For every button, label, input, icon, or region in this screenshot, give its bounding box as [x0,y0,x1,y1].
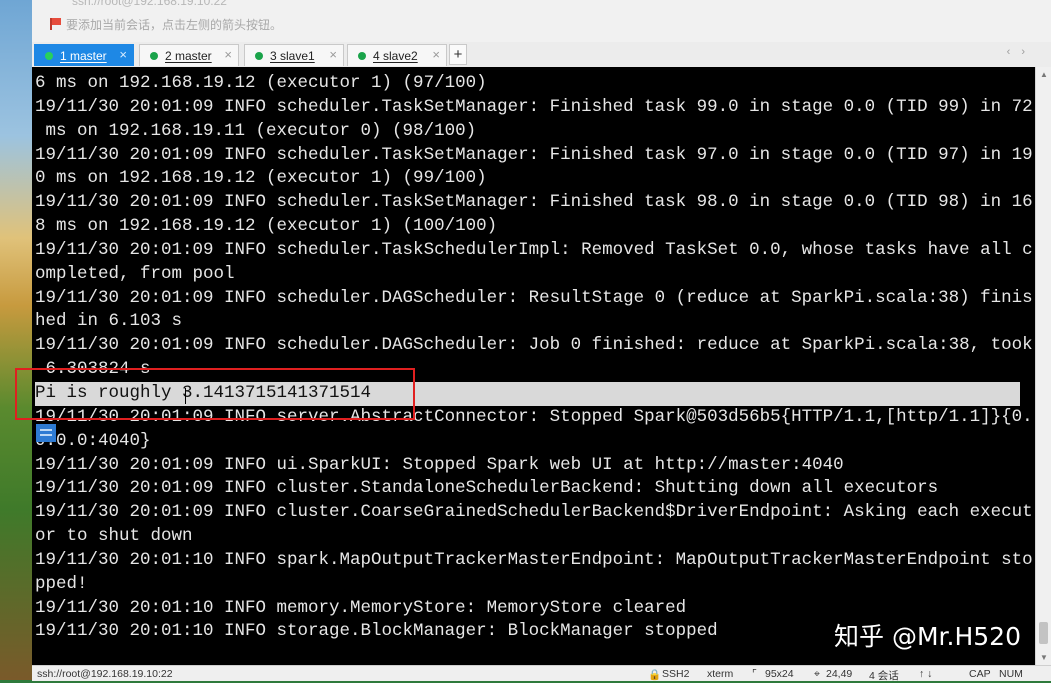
terminal-output[interactable]: 6 ms on 192.168.19.12 (executor 1) (97/1… [15,67,1035,665]
status-nav-arrows[interactable]: ↑ ↓ [919,668,932,680]
session-tab-bar: 1 master × 2 master × 3 slave1 × 4 slave… [32,42,1051,68]
connected-status-icon [45,51,53,60]
tab-label: 3 slave1 [270,48,315,63]
text-cursor [185,388,186,404]
connected-status-icon [358,51,366,60]
terminal-size-icon: ⌜ [752,668,757,680]
terminal-line: 6 ms on 192.168.19.12 (executor 1) (97/1… [35,73,487,93]
flag-icon [50,18,61,30]
add-tab-button[interactable]: + [449,44,467,65]
watermark: 知乎 @Mr.H520 [834,622,1021,651]
status-num: NUM [999,668,1023,680]
status-position: 24,49 [826,668,853,680]
tab-1-master[interactable]: 1 master × [34,44,134,66]
lock-icon: 🔒 [648,669,662,681]
terminal-line: 19/11/30 20:01:09 INFO scheduler.TaskSch… [35,239,1033,260]
status-protocol: SSH2 [662,668,690,680]
terminal-scrollbar[interactable]: ▲ ▼ [1035,67,1051,665]
terminal-line: 19/11/30 20:01:09 INFO scheduler.DAGSche… [35,287,1033,308]
close-tab-icon[interactable]: × [119,47,127,62]
status-sessions: 4 会话 [869,670,899,682]
close-tab-icon[interactable]: × [224,47,232,62]
terminal-line: 8 ms on 192.168.19.12 (executor 1) (100/… [35,216,498,237]
annotation-highlight-box [15,368,415,420]
terminal-line: 19/11/30 20:01:09 INFO cluster.CoarseGra… [35,502,1033,523]
terminal-lines: 6 ms on 192.168.19.12 (executor 1) (97/1… [35,72,1033,644]
terminal-line: 19/11/30 20:01:09 INFO scheduler.DAGSche… [35,335,1033,356]
scroll-thumb[interactable] [1039,622,1048,644]
terminal-line: 0 ms on 192.168.19.12 (executor 1) (99/1… [35,168,487,189]
terminal-cursor-icon [36,424,56,442]
scroll-up-icon[interactable]: ▲ [1040,70,1048,79]
terminal-line: 19/11/30 20:01:09 INFO scheduler.TaskSet… [35,144,1033,165]
terminal-line: 19/11/30 20:01:09 INFO scheduler.TaskSet… [35,96,1033,117]
terminal-line: 19/11/30 20:01:09 INFO cluster.Standalon… [35,478,939,499]
tab-label: 4 slave2 [373,48,418,63]
connected-status-icon [255,51,263,60]
terminal-line: or to shut down [35,526,193,547]
tab-3-slave1[interactable]: 3 slave1 × [244,44,344,66]
tab-label: 2 master [165,48,212,63]
terminal-line: ompleted, from pool [35,263,235,284]
tab-2-master[interactable]: 2 master × [139,44,239,66]
status-size: 95x24 [765,668,794,680]
status-bar: ssh://root@192.168.19.10:22 🔒 SSH2 xterm… [32,665,1051,682]
terminal-line: 19/11/30 20:01:09 INFO scheduler.TaskSet… [35,192,1033,213]
terminal-line: 19/11/30 20:01:10 INFO spark.MapOutputTr… [35,549,1033,570]
scroll-down-icon[interactable]: ▼ [1040,653,1048,662]
hint-text: 要添加当前会话，点击左侧的箭头按钮。 [66,17,283,32]
close-tab-icon[interactable]: × [432,47,440,62]
session-info-bar: ssh://root@192.168.19.10:22 要添加当前会话，点击左侧… [32,0,1051,43]
terminal-line: ms on 192.168.19.11 (executor 0) (98/100… [35,120,477,141]
desktop-background [0,0,32,680]
status-terminal-type: xterm [707,668,734,680]
status-connection: ssh://root@192.168.19.10:22 [37,668,173,680]
cursor-position-icon: ⌖ [814,668,820,680]
tab-4-slave2[interactable]: 4 slave2 × [347,44,447,66]
tab-label: 1 master [60,48,107,63]
tab-scroll-arrows[interactable]: ‹ › [1007,46,1029,58]
terminal-line: hed in 6.103 s [35,311,183,332]
terminal-line: 0.0.0:4040} [35,430,151,451]
session-path-text: ssh://root@192.168.19.10:22 [72,0,227,8]
close-tab-icon[interactable]: × [329,47,337,62]
connected-status-icon [150,51,158,60]
add-session-hint: 要添加当前会话，点击左侧的箭头按钮。 [50,16,282,32]
terminal-line: 19/11/30 20:01:09 INFO ui.SparkUI: Stopp… [35,454,844,475]
status-caps: CAP [969,668,991,680]
terminal-line: pped! [35,573,88,594]
